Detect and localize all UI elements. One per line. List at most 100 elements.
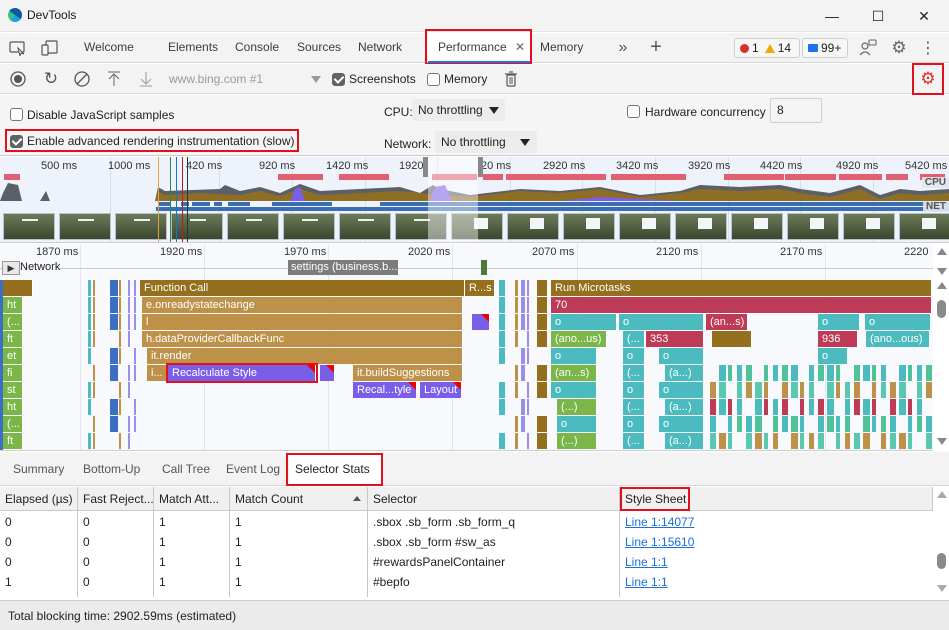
flame-sliver[interactable] (737, 416, 742, 432)
flame-sliver[interactable] (119, 280, 121, 296)
flame-sliver[interactable] (119, 399, 121, 415)
tab-network[interactable]: Network (354, 33, 406, 63)
flame-sliver[interactable] (93, 365, 95, 381)
flame-block-a[interactable]: (a...) (665, 433, 704, 449)
flame-sliver[interactable] (827, 365, 834, 381)
flame-sliver[interactable] (926, 433, 932, 449)
network-request-settings[interactable]: settings (business.b... (288, 260, 398, 275)
flame-sliver[interactable] (719, 382, 726, 398)
flame-block-70[interactable]: 70 (551, 297, 932, 313)
flame-sliver[interactable] (93, 416, 95, 432)
screenshot-thumbnail[interactable] (171, 213, 223, 240)
flame-sliver[interactable] (872, 365, 876, 381)
flame-block-dots[interactable]: (...) (557, 399, 597, 415)
flame-sliver[interactable] (872, 399, 876, 415)
flame-sliver[interactable] (917, 382, 922, 398)
device-toolbar-icon[interactable] (40, 39, 60, 57)
flame-sliver[interactable] (128, 314, 130, 330)
flame-sliver[interactable] (764, 365, 768, 381)
flame-sliver[interactable] (890, 382, 896, 398)
flame-block[interactable] (3, 280, 33, 296)
flame-sliver[interactable] (521, 314, 525, 330)
flame-sliver[interactable] (537, 314, 547, 330)
flame-sliver[interactable] (863, 365, 870, 381)
table-row[interactable]: 0 0 1 1 .sbox .sb_form #sw_as Line 1:15610 (0, 532, 933, 552)
flame-sliver[interactable] (881, 365, 886, 381)
flame-sliver[interactable] (728, 433, 732, 449)
settings-gear-icon[interactable]: ⚙ (889, 38, 909, 58)
data-provider-callback-block[interactable]: h.dataProviderCallbackFunc (142, 331, 463, 347)
flame-sliver[interactable] (88, 433, 91, 449)
close-window-button[interactable]: ✕ (901, 0, 947, 32)
column-header-style-sheet[interactable]: Style Sheet (620, 487, 933, 511)
flame-block-dots[interactable]: (...) (557, 433, 597, 449)
flame-sliver[interactable] (791, 416, 798, 432)
column-header-selector[interactable]: Selector (368, 487, 620, 511)
onreadystatechange-block[interactable]: e.onreadystatechange (142, 297, 463, 313)
table-row[interactable]: 0 0 1 1 #rewardsPanelContainer Line 1:1 (0, 552, 933, 572)
flame-sliver[interactable] (499, 280, 505, 296)
flame-block[interactable] (712, 331, 752, 347)
screenshot-thumbnail[interactable] (675, 213, 727, 240)
flame-block-r-s[interactable]: R...s (465, 280, 495, 296)
flame-sliver[interactable] (527, 433, 529, 449)
flame-sliver[interactable] (521, 348, 525, 364)
flame-block-o[interactable]: o (623, 382, 645, 398)
flame-sliver[interactable] (710, 399, 716, 415)
recalc-style-block[interactable]: Recal...tyle (353, 382, 417, 398)
disable-js-samples-checkbox[interactable] (10, 108, 23, 121)
flame-sliver[interactable] (773, 399, 778, 415)
flame-sliver[interactable] (755, 399, 762, 415)
screenshot-thumbnail[interactable] (507, 213, 559, 240)
flame-left-block[interactable]: (... (3, 416, 23, 432)
scroll-down-icon[interactable] (937, 268, 947, 275)
flame-sliver[interactable] (128, 297, 130, 313)
flame-sliver[interactable] (134, 314, 136, 330)
flame-sliver[interactable] (88, 331, 91, 347)
flame-sliver[interactable] (537, 331, 547, 347)
flame-sliver[interactable] (527, 348, 529, 364)
flame-sliver[interactable] (827, 416, 834, 432)
scroll-down-icon[interactable] (937, 438, 947, 445)
flame-sliver[interactable] (515, 280, 518, 296)
flame-sliver[interactable] (863, 416, 870, 432)
cpu-throttling-select[interactable]: No throttling (412, 99, 505, 121)
hw-concurrency-checkbox[interactable] (627, 105, 640, 118)
style-sheet-link[interactable]: Line 1:14077 (625, 515, 694, 529)
flame-sliver[interactable] (93, 382, 95, 398)
flame-sliver[interactable] (755, 416, 762, 432)
flame-sliver[interactable] (110, 399, 118, 415)
flame-sliver[interactable] (836, 382, 840, 398)
flame-sliver[interactable] (746, 365, 752, 381)
flame-sliver[interactable] (527, 314, 529, 330)
flame-sliver[interactable] (791, 382, 798, 398)
flame-sliver[interactable] (773, 433, 778, 449)
flame-sliver[interactable] (782, 416, 788, 432)
flame-sliver[interactable] (537, 365, 547, 381)
flame-sliver[interactable] (881, 433, 886, 449)
flame-sliver[interactable] (134, 399, 136, 415)
flame-sliver[interactable] (128, 280, 130, 296)
flame-left-block[interactable]: et (3, 348, 23, 364)
flame-sliver[interactable] (719, 399, 726, 415)
flame-left-block[interactable]: ht (3, 399, 23, 415)
flame-sliver[interactable] (908, 365, 912, 381)
flame-sliver[interactable] (728, 365, 732, 381)
flame-sliver[interactable] (93, 433, 95, 449)
flame-sliver[interactable] (899, 433, 906, 449)
flame-sliver[interactable] (499, 331, 505, 347)
flame-sliver[interactable] (527, 297, 529, 313)
timeline-overview[interactable]: 500 ms 1000 ms 420 ms 920 ms 1420 ms 192… (0, 157, 949, 243)
flame-sliver[interactable] (527, 399, 529, 415)
flame-sliver[interactable] (110, 416, 118, 432)
flame-sliver[interactable] (88, 297, 91, 313)
column-header-fast-reject[interactable]: Fast Reject... (78, 487, 154, 511)
more-options-icon[interactable]: ⋮ (920, 38, 936, 58)
flame-sliver[interactable] (119, 348, 121, 364)
flame-block-a[interactable]: (a...) (665, 399, 704, 415)
flame-block-ano-us[interactable]: (ano...us) (551, 331, 607, 347)
flame-sliver[interactable] (746, 382, 752, 398)
flame-block[interactable] (320, 365, 335, 381)
overview-selection-window[interactable] (428, 157, 478, 242)
scrollbar-thumb[interactable] (937, 300, 946, 318)
